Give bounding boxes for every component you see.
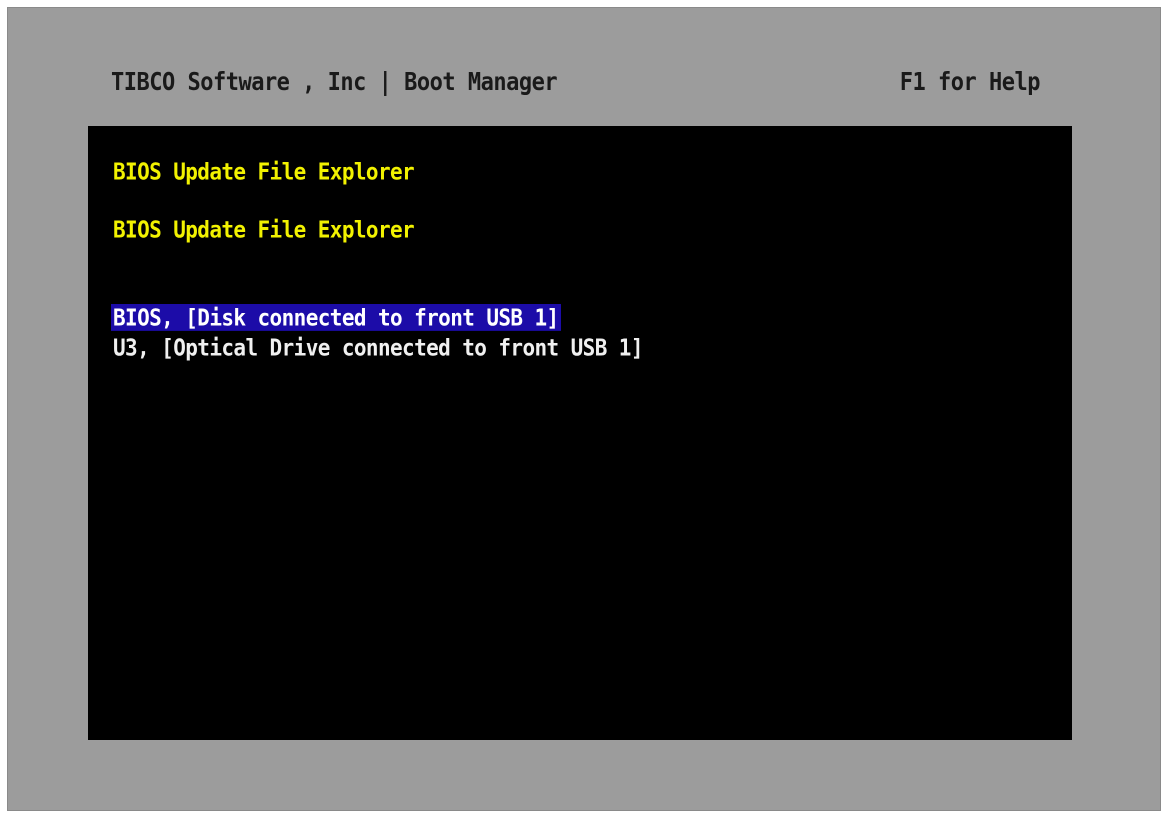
panel-heading-primary: BIOS Update File Explorer bbox=[113, 158, 415, 185]
boot-manager-frame: TIBCO Software , Inc | Boot Manager F1 f… bbox=[7, 7, 1161, 811]
boot-option-bios-usb-disk[interactable]: BIOS, [Disk connected to front USB 1] bbox=[111, 304, 561, 331]
boot-manager-title: TIBCO Software , Inc | Boot Manager bbox=[111, 68, 558, 97]
boot-option-u3-optical-drive[interactable]: U3, [Optical Drive connected to front US… bbox=[111, 334, 645, 361]
help-hint: F1 for Help bbox=[899, 68, 1041, 97]
file-explorer-panel: BIOS Update File Explorer BIOS Update Fi… bbox=[88, 126, 1072, 740]
panel-heading-secondary: BIOS Update File Explorer bbox=[113, 216, 415, 243]
